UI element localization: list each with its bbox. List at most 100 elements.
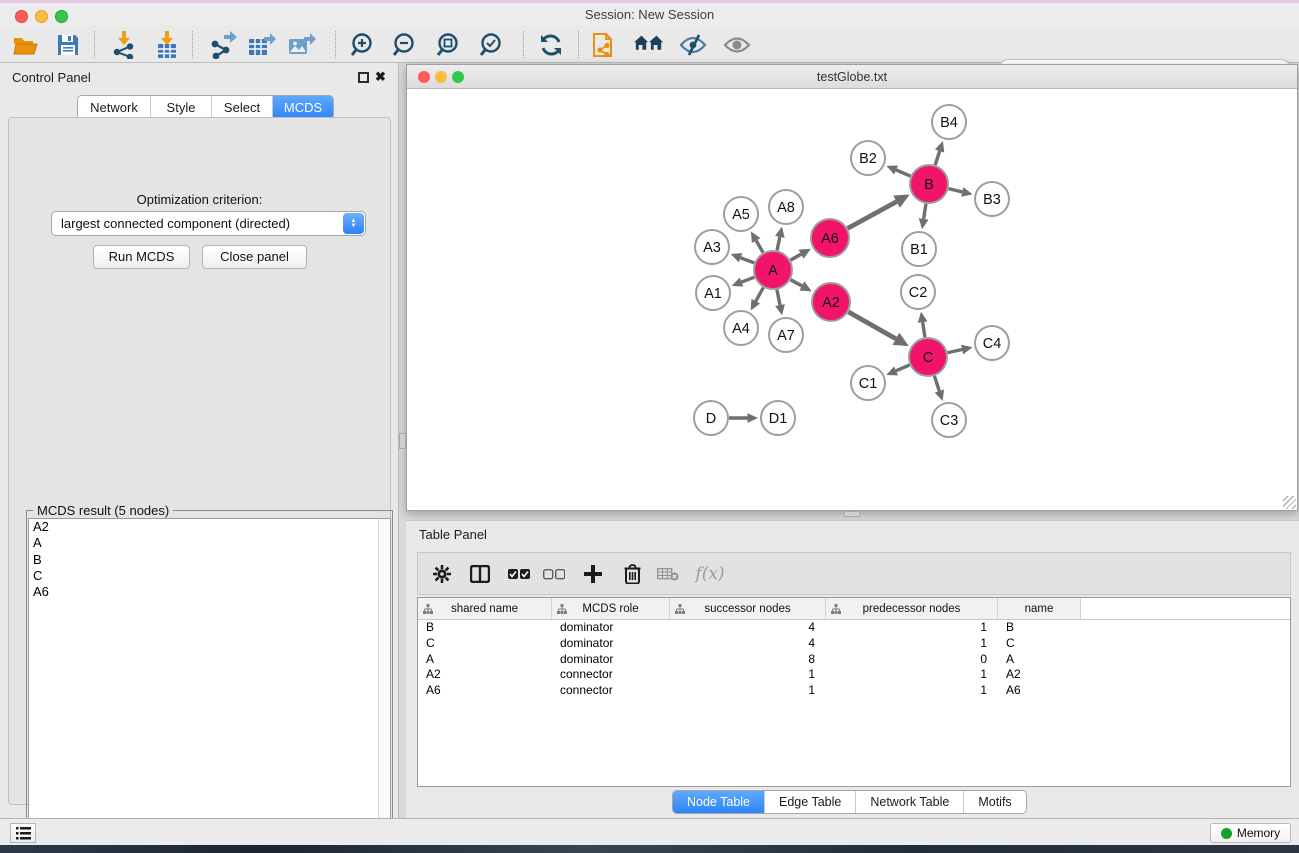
add-column-icon[interactable] xyxy=(578,560,608,588)
table-row[interactable]: Adominator80A xyxy=(418,652,1290,668)
table-cell[interactable]: 1 xyxy=(670,683,826,699)
result-scrollbar[interactable] xyxy=(378,519,390,852)
zoom-out-icon[interactable] xyxy=(390,31,420,59)
vertical-scroll-nub[interactable] xyxy=(399,433,406,449)
select-all-icon[interactable] xyxy=(504,560,534,588)
table-cell[interactable]: A xyxy=(998,652,1081,668)
table-cell[interactable]: dominator xyxy=(552,652,670,668)
column-header-MCDS-role[interactable]: MCDS role xyxy=(552,598,670,619)
graph-edge[interactable] xyxy=(934,376,939,391)
deselect-all-icon[interactable] xyxy=(539,560,569,588)
table-cell[interactable]: dominator xyxy=(552,636,670,652)
table-cell[interactable]: 1 xyxy=(670,667,826,683)
task-history-button[interactable] xyxy=(10,823,36,843)
tab-network[interactable]: Network xyxy=(78,96,150,119)
table-cell[interactable]: A xyxy=(418,652,552,668)
tab-mcds[interactable]: MCDS xyxy=(272,96,333,119)
table-cell[interactable]: B xyxy=(998,620,1081,636)
table-cell[interactable]: dominator xyxy=(552,620,670,636)
mcds-result-list[interactable]: A2ABCA6 xyxy=(28,518,391,853)
tab-select[interactable]: Select xyxy=(211,96,272,119)
graph-edge[interactable] xyxy=(777,237,780,251)
table-cell[interactable]: C xyxy=(998,636,1081,652)
network-window-titlebar[interactable]: testGlobe.txt xyxy=(407,65,1297,89)
window-resize-grip[interactable] xyxy=(1283,496,1296,509)
column-header-successor-nodes[interactable]: successor nodes xyxy=(670,598,826,619)
table-cell[interactable]: 1 xyxy=(826,683,998,699)
save-icon[interactable] xyxy=(53,31,83,59)
tab-network-table[interactable]: Network Table xyxy=(855,791,963,813)
table-cell[interactable]: A2 xyxy=(998,667,1081,683)
tab-node-table[interactable]: Node Table xyxy=(673,791,764,813)
tab-edge-table[interactable]: Edge Table xyxy=(764,791,855,813)
table-cell[interactable]: 4 xyxy=(670,636,826,652)
graph-edge[interactable] xyxy=(756,241,763,253)
import-network-icon[interactable] xyxy=(109,31,139,59)
zoom-in-icon[interactable] xyxy=(348,31,378,59)
graph-edge[interactable] xyxy=(896,170,911,176)
mcds-result-item[interactable]: A2 xyxy=(29,519,390,535)
graph-edge[interactable] xyxy=(756,288,764,302)
table-cell[interactable]: 1 xyxy=(826,620,998,636)
table-cell[interactable]: connector xyxy=(552,683,670,699)
table-cell[interactable]: A6 xyxy=(418,683,552,699)
network-graph-canvas[interactable]: B4B2BB3A8A5A6A3B1AA1C2A2A4A7C4CC1C3DD1 xyxy=(407,89,1297,510)
close-panel-icon[interactable]: ✖ xyxy=(375,69,386,85)
folder-open-icon[interactable] xyxy=(11,31,41,59)
column-selector-icon[interactable] xyxy=(465,560,495,588)
table-cell[interactable]: 0 xyxy=(826,652,998,668)
zoom-fit-icon[interactable] xyxy=(434,31,464,59)
mcds-result-item[interactable]: A xyxy=(29,535,390,551)
table-cell[interactable]: A6 xyxy=(998,683,1081,699)
graph-edge[interactable] xyxy=(777,290,780,305)
mcds-result-item[interactable]: B xyxy=(29,552,390,568)
graph-edge[interactable] xyxy=(924,204,926,219)
graph-edge[interactable] xyxy=(741,258,755,263)
graph-edge[interactable] xyxy=(948,350,963,353)
table-row[interactable]: A2connector11A2 xyxy=(418,667,1290,683)
hide-eye-icon[interactable] xyxy=(678,31,708,59)
graph-edge[interactable] xyxy=(790,254,801,260)
graph-edge[interactable] xyxy=(742,277,755,282)
function-icon[interactable]: f(x) xyxy=(690,560,730,588)
optimization-criterion-select[interactable]: largest connected component (directed) ▲… xyxy=(51,211,366,236)
tab-motifs[interactable]: Motifs xyxy=(963,791,1025,813)
column-header-predecessor-nodes[interactable]: predecessor nodes xyxy=(826,598,998,619)
run-mcds-button[interactable]: Run MCDS xyxy=(93,245,190,269)
graph-edge[interactable] xyxy=(948,189,962,192)
delete-icon[interactable] xyxy=(617,560,647,588)
table-cell[interactable]: 4 xyxy=(670,620,826,636)
graph-edge[interactable] xyxy=(848,312,896,339)
zoom-selected-icon[interactable] xyxy=(477,31,507,59)
graph-edge[interactable] xyxy=(935,151,939,165)
table-row[interactable]: Cdominator41C xyxy=(418,636,1290,652)
mcds-result-item[interactable]: A6 xyxy=(29,584,390,600)
table-cell[interactable]: A2 xyxy=(418,667,552,683)
table-cell[interactable]: 1 xyxy=(826,636,998,652)
column-header-shared-name[interactable]: shared name xyxy=(418,598,552,619)
mcds-result-item[interactable]: C xyxy=(29,568,390,584)
table-cell[interactable]: 1 xyxy=(826,667,998,683)
graph-edge[interactable] xyxy=(923,322,925,337)
show-eye-icon[interactable] xyxy=(722,31,752,59)
export-network-icon[interactable] xyxy=(209,31,239,59)
close-panel-button[interactable]: Close panel xyxy=(202,245,307,269)
table-cell[interactable]: B xyxy=(418,620,552,636)
home-icon[interactable] xyxy=(634,31,664,59)
gear-icon[interactable] xyxy=(427,560,457,588)
column-header-name[interactable]: name xyxy=(998,598,1081,619)
table-row[interactable]: A6connector11A6 xyxy=(418,683,1290,699)
node-table[interactable]: shared nameMCDS rolesuccessor nodesprede… xyxy=(417,597,1291,787)
table-cell[interactable]: connector xyxy=(552,667,670,683)
export-image-icon[interactable] xyxy=(287,31,317,59)
graph-edge[interactable] xyxy=(896,365,910,371)
export-table-icon[interactable] xyxy=(247,31,277,59)
refresh-icon[interactable] xyxy=(536,31,566,59)
memory-button[interactable]: Memory xyxy=(1210,823,1291,843)
table-cell[interactable]: 8 xyxy=(670,652,826,668)
table-row[interactable]: Bdominator41B xyxy=(418,620,1290,636)
graph-edge[interactable] xyxy=(848,202,897,229)
import-table-icon[interactable] xyxy=(152,31,182,59)
network-document-icon[interactable] xyxy=(591,31,621,59)
float-panel-icon[interactable] xyxy=(358,72,369,83)
